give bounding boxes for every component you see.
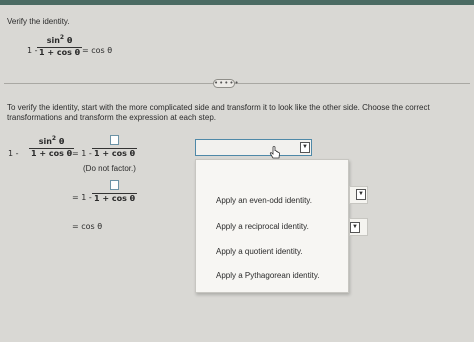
step3-result: = cos θ xyxy=(72,222,103,231)
problem-title: Verify the identity. xyxy=(7,17,70,26)
step1-numerator: sin xyxy=(38,137,52,146)
step1-prefix: 1 - xyxy=(8,149,19,158)
identity-prefix: 1 - xyxy=(27,46,38,55)
identity-rhs: = cos θ xyxy=(82,46,113,55)
more-button[interactable]: ••••• xyxy=(213,79,239,88)
step1-fraction: sin2 θ 1 + cos θ xyxy=(29,135,75,159)
option-quotient[interactable]: Apply a quotient identity. xyxy=(216,247,303,257)
step2-equals: = 1 - xyxy=(72,193,92,202)
transformation-select[interactable]: ▼ xyxy=(195,139,312,156)
identity-denominator: 1 + cos θ xyxy=(37,47,83,57)
option-reciprocal[interactable]: Apply a reciprocal identity. xyxy=(216,222,309,232)
step1-answer-denominator: 1 + cos θ xyxy=(92,148,138,158)
step1-exponent: 2 xyxy=(51,135,57,142)
dropdown-arrow-icon[interactable]: ▼ xyxy=(350,222,360,233)
instructions-line-1: To verify the identity, start with the m… xyxy=(7,103,430,112)
step1-denominator: 1 + cos θ xyxy=(29,148,75,158)
dropdown-arrow-icon[interactable]: ▼ xyxy=(356,189,366,200)
top-bar xyxy=(0,0,474,5)
step2-answer-input[interactable] xyxy=(110,180,120,190)
step1-note: (Do not factor.) xyxy=(83,164,136,173)
step1-answer-fraction: 1 + cos θ xyxy=(92,135,138,159)
step2-answer-fraction: 1 + cos θ xyxy=(92,180,138,204)
instructions-line-2: transformations and transform the expres… xyxy=(7,113,216,122)
identity-theta: θ xyxy=(66,36,73,45)
identity-fraction: sin2 θ 1 + cos θ xyxy=(37,34,83,58)
step2-answer-denominator: 1 + cos θ xyxy=(92,193,138,203)
option-even-odd[interactable]: Apply an even-odd identity. xyxy=(216,196,312,206)
identity-exponent: 2 xyxy=(59,34,65,41)
step3-transformation-select[interactable]: ▼ xyxy=(349,218,368,236)
step2-transformation-select[interactable]: ▼ xyxy=(349,186,368,204)
hand-pointer-icon xyxy=(269,146,280,159)
dropdown-arrow-icon[interactable]: ▼ xyxy=(300,142,310,153)
option-pythagorean[interactable]: Apply a Pythagorean identity. xyxy=(216,271,319,281)
transformation-options-list: Apply an even-odd identity. Apply a reci… xyxy=(195,159,349,293)
step1-equals: = 1 - xyxy=(72,149,92,158)
identity-numerator: sin xyxy=(46,36,60,45)
step1-answer-input[interactable] xyxy=(110,135,120,145)
step1-theta: θ xyxy=(58,137,65,146)
